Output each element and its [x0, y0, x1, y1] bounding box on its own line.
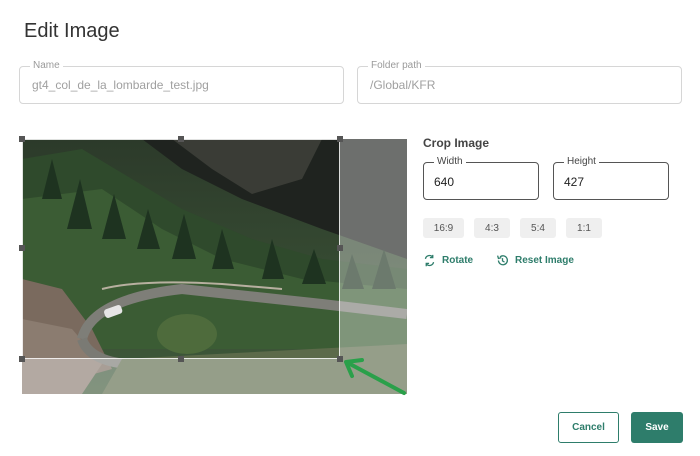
name-field-label: Name: [30, 60, 63, 72]
rotate-label: Rotate: [442, 255, 474, 266]
rotate-button[interactable]: Rotate: [423, 254, 473, 267]
crop-height-value: 427: [564, 175, 585, 189]
name-field-value: gt4_col_de_la_lombarde_test.jpg: [32, 78, 209, 92]
ratio-1-1-button[interactable]: 1:1: [566, 218, 602, 238]
reset-image-label: Reset Image: [515, 255, 574, 266]
dialog-title: Edit Image: [24, 20, 120, 42]
crop-width-label: Width: [434, 156, 466, 168]
annotation-arrow-icon: [344, 358, 406, 395]
crop-handle-bottom[interactable]: [178, 356, 184, 362]
crop-width-input[interactable]: Width 640: [423, 156, 539, 200]
crop-handle-top-right[interactable]: [337, 136, 343, 142]
crop-height-label: Height: [564, 156, 599, 168]
ratio-16-9-button[interactable]: 16:9: [423, 218, 464, 238]
rotate-icon: [424, 254, 435, 267]
reset-image-button[interactable]: Reset Image: [496, 254, 574, 267]
crop-selection[interactable]: [22, 139, 340, 359]
crop-handle-top-left[interactable]: [19, 136, 25, 142]
crop-handle-top[interactable]: [178, 136, 184, 142]
ratio-4-3-button[interactable]: 4:3: [474, 218, 510, 238]
crop-handle-bottom-left[interactable]: [19, 356, 25, 362]
ratio-5-4-button[interactable]: 5:4: [520, 218, 556, 238]
folder-path-label: Folder path: [368, 60, 425, 72]
folder-path-field[interactable]: Folder path /Global/KFR: [357, 60, 682, 104]
save-button[interactable]: Save: [631, 412, 683, 443]
crop-handle-right[interactable]: [337, 245, 343, 251]
crop-height-input[interactable]: Height 427: [553, 156, 669, 200]
name-field[interactable]: Name gt4_col_de_la_lombarde_test.jpg: [19, 60, 344, 104]
crop-handle-left[interactable]: [19, 245, 25, 251]
folder-path-value: /Global/KFR: [370, 78, 436, 92]
crop-width-value: 640: [434, 175, 455, 189]
crop-mask-bottom: [22, 359, 340, 394]
crop-image-heading: Crop Image: [423, 136, 490, 150]
cancel-button[interactable]: Cancel: [558, 412, 619, 443]
history-reset-icon: [497, 255, 509, 266]
